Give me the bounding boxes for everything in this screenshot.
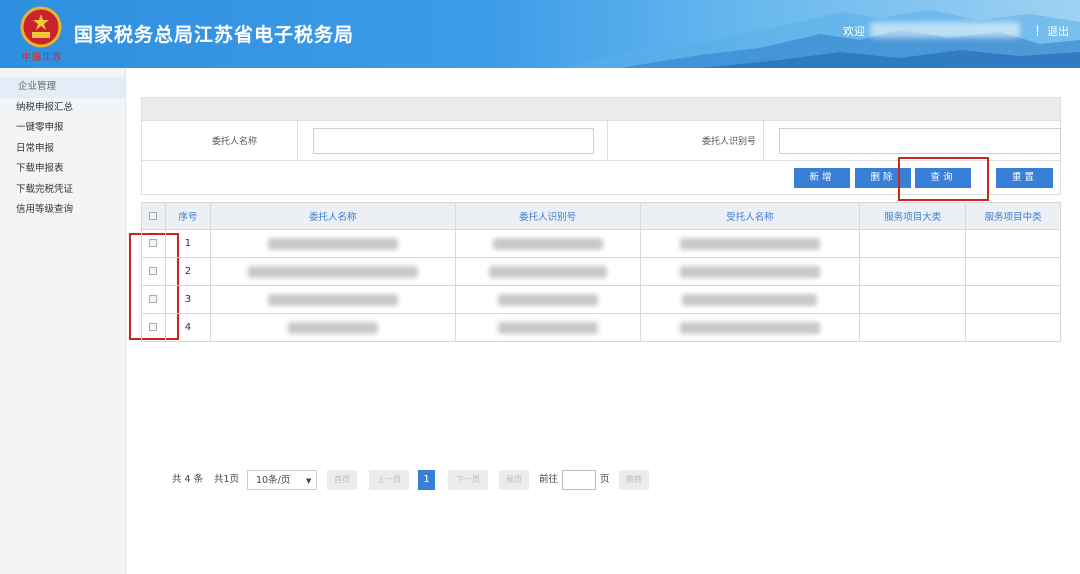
sidebar-item-download-tax-certificate[interactable]: 下载完税凭证 bbox=[0, 180, 125, 201]
total-count: 共 4 条 bbox=[172, 474, 204, 485]
table-header-row: 序号 委托人名称 委托人识别号 受托人名称 服务项目大类 服务项目中类 bbox=[141, 202, 1061, 230]
service-category-cell bbox=[859, 257, 967, 286]
client-name-redacted bbox=[209, 313, 456, 342]
service-category-cell bbox=[859, 285, 967, 314]
service-subcategory-cell bbox=[965, 313, 1061, 342]
row-checkbox[interactable] bbox=[149, 295, 158, 303]
row-select-cell bbox=[141, 229, 166, 258]
sidebar-item-enterprise-management[interactable]: 企业管理 bbox=[0, 77, 125, 98]
agent-name-redacted bbox=[639, 285, 861, 314]
page-size-value: 10条/页 bbox=[256, 475, 291, 486]
col-client-name: 委托人名称 bbox=[209, 202, 456, 230]
add-button[interactable]: 新增 bbox=[794, 168, 850, 188]
client-id-label: 委托人识别号 bbox=[701, 137, 756, 147]
table-row[interactable]: 3 bbox=[141, 285, 1061, 314]
chevron-down-icon: ▼ bbox=[306, 477, 312, 485]
row-select-cell bbox=[141, 313, 166, 342]
row-checkbox[interactable] bbox=[149, 323, 158, 331]
query-button-highlight bbox=[898, 157, 989, 201]
agent-name-redacted bbox=[639, 313, 861, 342]
national-emblem-icon bbox=[20, 6, 62, 48]
table-row[interactable]: 4 bbox=[141, 313, 1061, 342]
row-index: 4 bbox=[164, 313, 211, 342]
last-page-button[interactable]: 尾页 bbox=[499, 470, 529, 490]
goto-page-input[interactable] bbox=[562, 470, 596, 490]
client-name-redacted bbox=[209, 229, 456, 258]
service-subcategory-cell bbox=[965, 257, 1061, 286]
client-name-redacted bbox=[209, 257, 456, 286]
client-id-redacted bbox=[454, 313, 641, 342]
col-agent-name: 受托人名称 bbox=[639, 202, 861, 230]
row-checkbox[interactable] bbox=[149, 267, 158, 275]
col-service-subcategory: 服务项目中类 bbox=[965, 202, 1061, 230]
first-page-button[interactable]: 首页 bbox=[327, 470, 357, 490]
site-header: 中国江苏 国家税务总局江苏省电子税务局 欢迎 退出 bbox=[0, 0, 1080, 68]
page-size-select[interactable]: 10条/页 ▼ bbox=[247, 470, 317, 490]
row-select-cell bbox=[141, 285, 166, 314]
username-redacted bbox=[870, 22, 1020, 38]
row-index: 3 bbox=[164, 285, 211, 314]
form-separator bbox=[297, 121, 298, 161]
jump-button[interactable]: 跳转 bbox=[619, 470, 649, 490]
logout-link[interactable]: 退出 bbox=[1047, 23, 1069, 39]
form-separator bbox=[607, 121, 608, 161]
table-row[interactable]: 1 bbox=[141, 229, 1061, 258]
goto-label: 前往 bbox=[539, 474, 559, 485]
col-service-category: 服务项目大类 bbox=[859, 202, 967, 230]
sidebar-item-tax-filing-summary[interactable]: 纳税申报汇总 bbox=[0, 98, 125, 119]
site-title: 国家税务总局江苏省电子税务局 bbox=[74, 24, 355, 46]
welcome-text: 欢迎 bbox=[843, 25, 865, 38]
service-category-cell bbox=[859, 313, 967, 342]
client-name-redacted bbox=[209, 285, 456, 314]
client-id-redacted bbox=[454, 229, 641, 258]
total-pages: 共1页 bbox=[214, 474, 240, 485]
sidebar-item-download-filing-form[interactable]: 下载申报表 bbox=[0, 159, 125, 180]
service-subcategory-cell bbox=[965, 285, 1061, 314]
row-index: 2 bbox=[164, 257, 211, 286]
row-checkbox[interactable] bbox=[149, 239, 158, 247]
service-subcategory-cell bbox=[965, 229, 1061, 258]
client-name-input[interactable] bbox=[313, 128, 594, 154]
client-table: 序号 委托人名称 委托人识别号 受托人名称 服务项目大类 服务项目中类 1 2 bbox=[141, 202, 1061, 342]
next-page-button[interactable]: 下一页 bbox=[448, 470, 488, 490]
agent-name-redacted bbox=[639, 257, 861, 286]
client-id-redacted bbox=[454, 257, 641, 286]
sidebar-item-credit-rating-query[interactable]: 信用等级查询 bbox=[0, 200, 125, 221]
form-separator bbox=[763, 121, 764, 161]
select-all-header bbox=[141, 202, 166, 230]
header-divider bbox=[1037, 25, 1038, 36]
sidebar-item-daily-filing[interactable]: 日常申报 bbox=[0, 139, 125, 160]
col-index: 序号 bbox=[164, 202, 211, 230]
select-all-checkbox[interactable] bbox=[149, 212, 158, 220]
page-unit-label: 页 bbox=[600, 474, 610, 485]
current-page[interactable]: 1 bbox=[418, 470, 435, 490]
client-id-redacted bbox=[454, 285, 641, 314]
client-name-label: 委托人名称 bbox=[211, 137, 257, 147]
agent-name-redacted bbox=[639, 229, 861, 258]
service-category-cell bbox=[859, 229, 967, 258]
prev-page-button[interactable]: 上一页 bbox=[369, 470, 409, 490]
sidebar: 企业管理 纳税申报汇总 一键零申报 日常申报 下载申报表 下载完税凭证 信用等级… bbox=[0, 68, 126, 574]
col-client-id: 委托人识别号 bbox=[454, 202, 641, 230]
sidebar-item-one-click-zero-filing[interactable]: 一键零申报 bbox=[0, 118, 125, 139]
main-content: 委托人名称 委托人识别号 新增 删除 查询 重置 序号 委托人名称 委托人识别号… bbox=[126, 68, 1080, 574]
panel-header bbox=[141, 97, 1061, 121]
table-row[interactable]: 2 bbox=[141, 257, 1061, 286]
search-form: 委托人名称 委托人识别号 bbox=[141, 121, 1061, 161]
sub-logo-text: 中国江苏 bbox=[22, 53, 63, 63]
client-id-input[interactable] bbox=[779, 128, 1061, 154]
row-select-cell bbox=[141, 257, 166, 286]
reset-button[interactable]: 重置 bbox=[996, 168, 1053, 188]
row-index: 1 bbox=[164, 229, 211, 258]
